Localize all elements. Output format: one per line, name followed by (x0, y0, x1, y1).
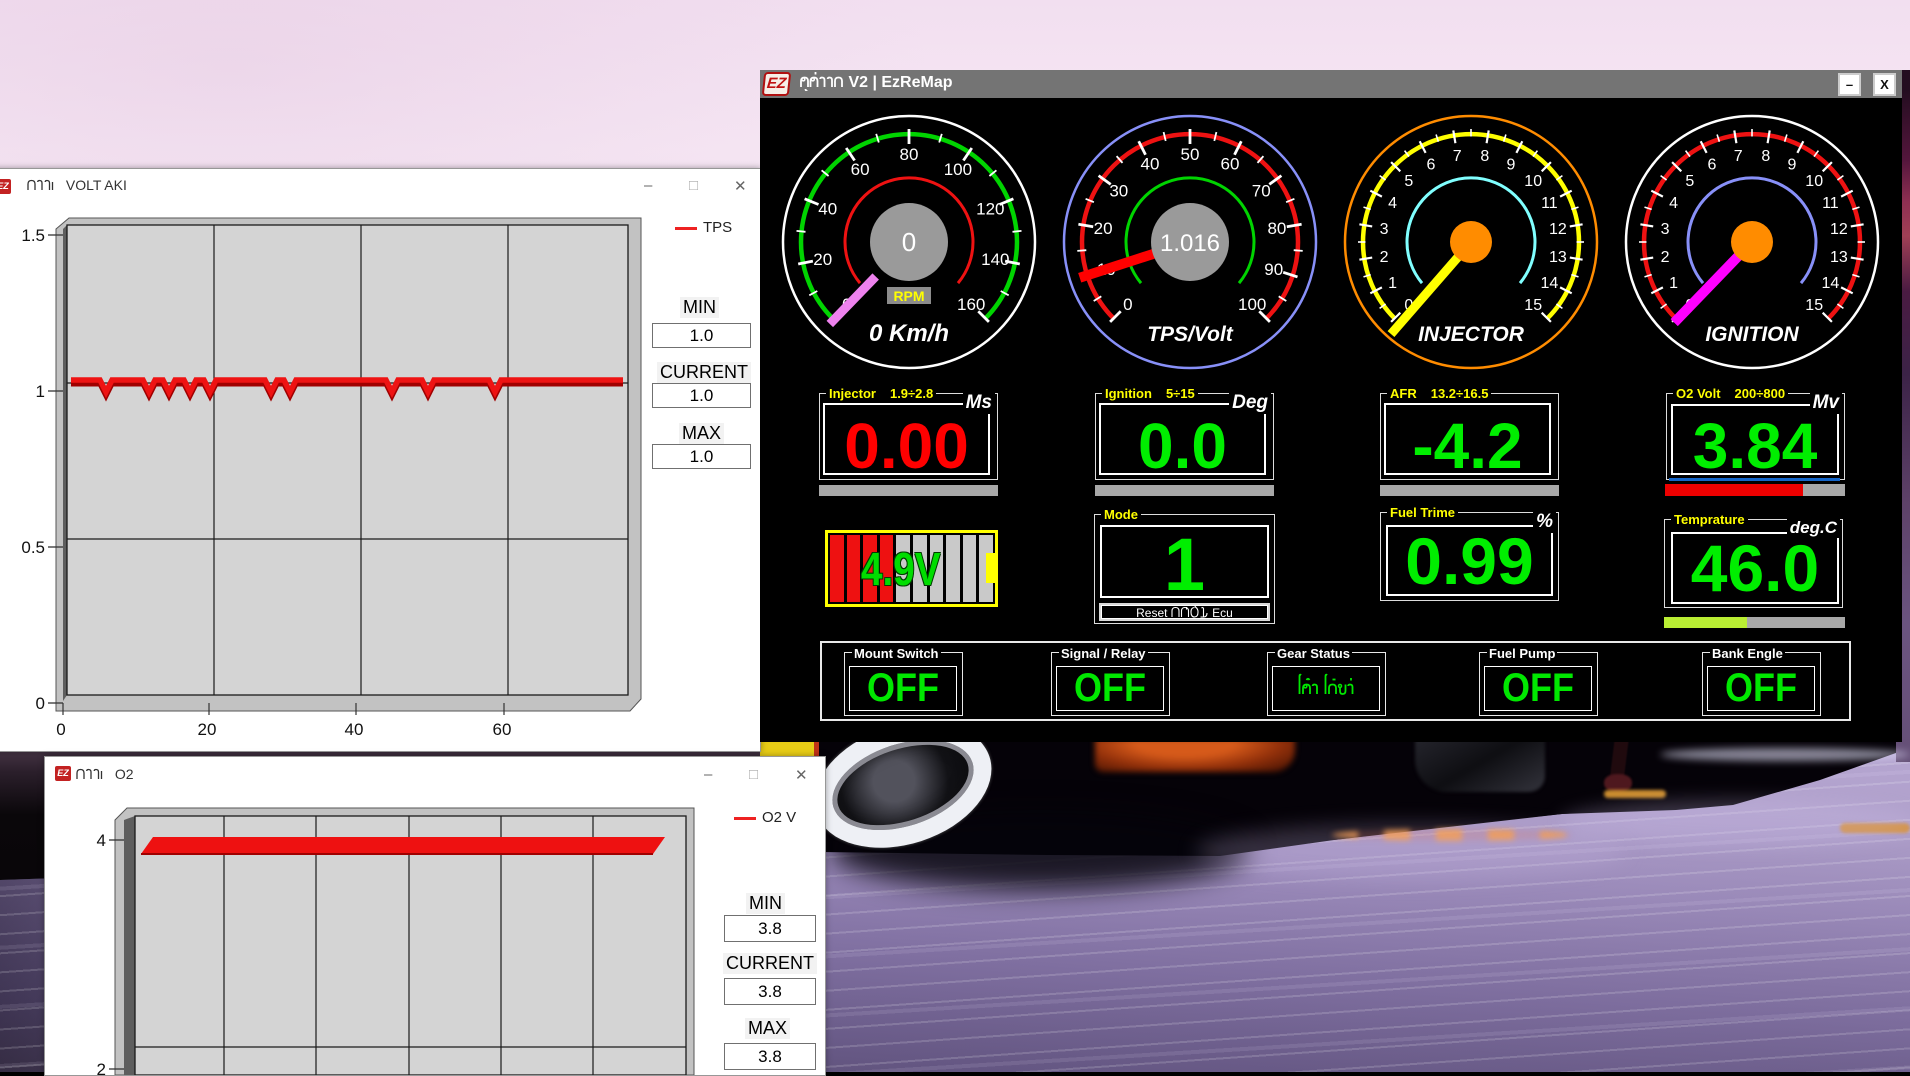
svg-text:80: 80 (900, 145, 919, 164)
svg-text:11: 11 (1541, 195, 1558, 212)
svg-text:12: 12 (1549, 221, 1567, 238)
svg-text:8: 8 (1761, 148, 1770, 165)
svg-text:80: 80 (1267, 219, 1286, 238)
svg-text:1.5: 1.5 (21, 226, 45, 245)
svg-text:9: 9 (1788, 157, 1797, 174)
svg-text:90: 90 (1264, 260, 1283, 279)
svg-text:0: 0 (36, 694, 45, 713)
svg-text:100: 100 (1238, 295, 1266, 314)
svg-text:20: 20 (198, 720, 217, 739)
svg-text:1: 1 (1388, 275, 1397, 292)
svg-text:3: 3 (1380, 221, 1389, 238)
svg-text:5: 5 (1404, 173, 1413, 190)
svg-text:40: 40 (1141, 155, 1160, 174)
svg-text:0.5: 0.5 (21, 538, 45, 557)
svg-text:14: 14 (1541, 275, 1559, 292)
svg-text:1: 1 (1669, 275, 1678, 292)
svg-text:50: 50 (1181, 145, 1200, 164)
svg-text:100: 100 (944, 160, 972, 179)
svg-text:60: 60 (851, 160, 870, 179)
svg-text:RPM: RPM (893, 288, 924, 304)
svg-text:20: 20 (1094, 219, 1113, 238)
svg-text:4: 4 (1388, 195, 1397, 212)
svg-text:13: 13 (1830, 249, 1848, 266)
svg-text:60: 60 (493, 720, 512, 739)
svg-text:13: 13 (1549, 249, 1567, 266)
svg-text:1.016: 1.016 (1160, 230, 1220, 257)
svg-text:5: 5 (1685, 173, 1694, 190)
svg-text:15: 15 (1524, 297, 1542, 314)
svg-text:INJECTOR: INJECTOR (1418, 323, 1525, 346)
svg-text:10: 10 (1805, 173, 1823, 190)
svg-text:10: 10 (1524, 173, 1542, 190)
svg-text:0: 0 (1123, 295, 1132, 314)
svg-text:0 Km/h: 0 Km/h (869, 320, 949, 347)
svg-text:IGNITION: IGNITION (1705, 323, 1799, 346)
svg-text:1: 1 (36, 382, 45, 401)
svg-text:7: 7 (1453, 148, 1462, 165)
svg-text:8: 8 (1480, 148, 1489, 165)
svg-text:6: 6 (1708, 157, 1717, 174)
svg-text:3: 3 (1661, 221, 1670, 238)
svg-text:0: 0 (56, 720, 65, 739)
svg-text:20: 20 (813, 250, 832, 269)
svg-text:7: 7 (1734, 148, 1743, 165)
svg-text:14: 14 (1822, 275, 1840, 292)
svg-text:12: 12 (1830, 221, 1848, 238)
svg-text:30: 30 (1109, 181, 1128, 200)
svg-text:60: 60 (1221, 155, 1240, 174)
svg-text:2: 2 (1661, 249, 1670, 266)
svg-text:0: 0 (902, 227, 916, 257)
svg-text:9: 9 (1507, 157, 1516, 174)
svg-text:160: 160 (957, 295, 985, 314)
svg-text:70: 70 (1252, 181, 1271, 200)
svg-text:2: 2 (97, 1060, 106, 1075)
svg-text:120: 120 (976, 199, 1004, 218)
svg-text:2: 2 (1380, 249, 1389, 266)
svg-text:40: 40 (818, 199, 837, 218)
svg-text:15: 15 (1805, 297, 1823, 314)
svg-text:40: 40 (345, 720, 364, 739)
svg-text:4: 4 (97, 831, 106, 850)
svg-text:TPS/Volt: TPS/Volt (1147, 323, 1234, 346)
svg-text:140: 140 (981, 250, 1009, 269)
svg-text:4: 4 (1669, 195, 1678, 212)
svg-text:11: 11 (1822, 195, 1839, 212)
svg-text:6: 6 (1427, 157, 1436, 174)
